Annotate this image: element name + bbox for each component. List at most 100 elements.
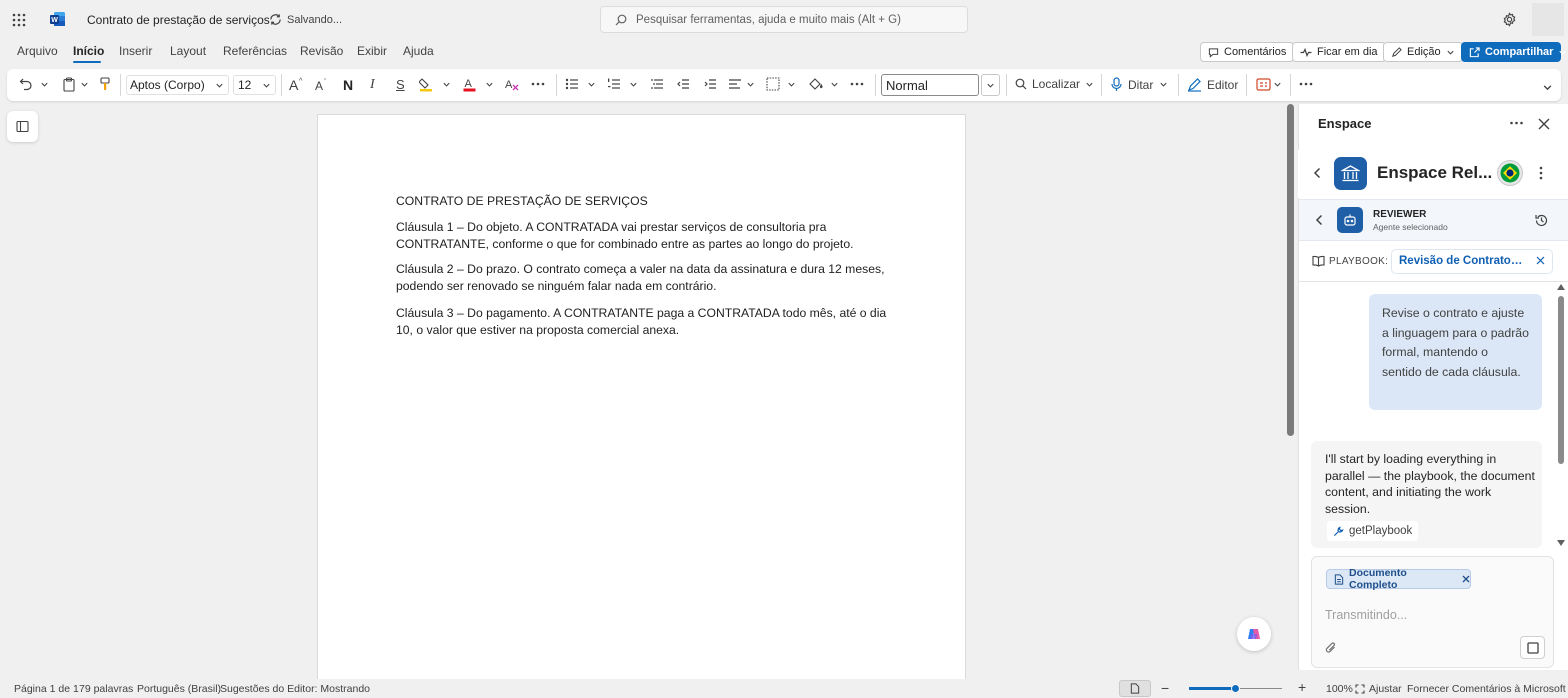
clear-formatting-icon[interactable]: A	[505, 77, 520, 93]
back-icon[interactable]	[1313, 167, 1322, 179]
more-options-icon[interactable]	[1299, 79, 1313, 95]
document-title[interactable]: Contrato de prestação de serviços	[87, 13, 270, 27]
tab-inserir[interactable]: Inserir	[119, 44, 152, 58]
account-avatar[interactable]	[1532, 3, 1564, 36]
close-icon[interactable]	[1462, 575, 1470, 583]
decrease-indent-icon[interactable]	[676, 77, 690, 93]
language-status[interactable]: Português (Brasil)	[137, 683, 221, 695]
bold-button[interactable]: N	[343, 77, 353, 93]
tab-exibir[interactable]: Exibir	[357, 44, 387, 58]
stop-button[interactable]	[1520, 636, 1545, 659]
zoom-in-button[interactable]: +	[1298, 679, 1306, 695]
zoom-level[interactable]: 100%	[1326, 683, 1353, 695]
zoom-slider-thumb[interactable]	[1231, 684, 1240, 693]
font-size-select[interactable]: 12	[233, 75, 276, 95]
remove-playbook-icon[interactable]	[1536, 256, 1545, 265]
more-font-options-icon[interactable]	[531, 79, 545, 95]
word-logo-icon[interactable]: W	[50, 11, 66, 27]
find-button[interactable]: Localizar	[1015, 77, 1094, 91]
language-flag-icon[interactable]	[1497, 160, 1523, 186]
chevron-down-icon[interactable]	[629, 80, 638, 96]
copilot-button[interactable]	[1237, 617, 1271, 651]
word-count[interactable]: 79 palavras	[79, 683, 133, 695]
font-name-select[interactable]: Aptos (Corpo)	[126, 75, 229, 95]
chat-scroll-thumb[interactable]	[1558, 296, 1564, 464]
undo-icon[interactable]	[19, 77, 33, 93]
catch-up-button[interactable]: Ficar em dia	[1292, 42, 1386, 62]
app-menu-icon[interactable]	[1539, 166, 1543, 180]
shrink-font-icon[interactable]: Aˇ	[315, 77, 331, 93]
navigation-pane-toggle[interactable]	[7, 111, 38, 142]
share-button[interactable]: Compartilhar	[1461, 42, 1567, 62]
tab-ajuda[interactable]: Ajuda	[403, 44, 434, 58]
chevron-down-icon[interactable]	[40, 80, 49, 96]
bullets-icon[interactable]	[565, 77, 579, 93]
document-scrollbar[interactable]	[1287, 104, 1294, 436]
fit-button[interactable]: Ajustar	[1355, 683, 1402, 695]
shading-icon[interactable]	[808, 77, 823, 93]
playbook-name[interactable]: Revisão de Contrato d...	[1399, 255, 1525, 267]
add-ins-icon[interactable]	[1256, 77, 1271, 93]
tab-referencias[interactable]: Referências	[223, 44, 287, 58]
clause-paragraph[interactable]: Cláusula 1 – Do objeto. A CONTRATADA vai…	[396, 219, 896, 253]
app-launcher-icon[interactable]	[12, 13, 26, 27]
comments-button[interactable]: Comentários	[1200, 42, 1295, 62]
chevron-down-icon[interactable]	[485, 80, 494, 96]
paste-icon[interactable]	[62, 77, 76, 93]
style-dropdown-button[interactable]	[981, 74, 1000, 96]
clause-paragraph[interactable]: Cláusula 2 – Do prazo. O contrato começa…	[396, 261, 896, 295]
underline-button[interactable]: S	[396, 77, 405, 93]
robot-icon	[1337, 207, 1363, 233]
highlight-icon[interactable]	[419, 77, 434, 93]
increase-indent-icon[interactable]	[703, 77, 717, 93]
chevron-down-icon[interactable]	[80, 80, 89, 96]
attach-icon[interactable]	[1325, 641, 1337, 655]
feedback-link[interactable]: Fornecer Comentários à Microsoft	[1407, 683, 1566, 695]
back-icon[interactable]	[1315, 214, 1324, 226]
tab-revisao[interactable]: Revisão	[300, 44, 343, 58]
tool-call-chip[interactable]: getPlaybook	[1327, 521, 1419, 541]
zoom-out-button[interactable]: −	[1161, 680, 1169, 696]
page-count[interactable]: Página 1 de 1	[14, 683, 79, 695]
editing-mode-button[interactable]: Edição	[1383, 42, 1463, 62]
style-gallery[interactable]: Normal	[881, 74, 979, 96]
close-panel-icon[interactable]	[1538, 118, 1550, 130]
chevron-down-icon[interactable]	[830, 80, 839, 96]
align-left-icon[interactable]	[728, 77, 742, 93]
font-color-icon[interactable]: A	[463, 77, 477, 93]
clause-paragraph[interactable]: Cláusula 3 – Do pagamento. A CONTRATANTE…	[396, 305, 896, 339]
sync-icon	[269, 13, 282, 26]
borders-icon[interactable]	[766, 77, 780, 93]
zoom-slider-fill	[1189, 687, 1236, 690]
chevron-down-icon[interactable]	[442, 80, 451, 96]
print-layout-button[interactable]	[1119, 680, 1151, 697]
dictate-button[interactable]: Ditar	[1111, 77, 1168, 92]
document-heading[interactable]: CONTRATO DE PRESTAÇÃO DE SERVIÇOS	[396, 193, 896, 210]
more-paragraph-options-icon[interactable]	[850, 79, 864, 95]
chevron-down-icon[interactable]	[587, 80, 596, 96]
tab-layout[interactable]: Layout	[170, 44, 206, 58]
settings-icon[interactable]	[1502, 12, 1517, 27]
history-icon[interactable]	[1534, 213, 1549, 228]
chevron-down-icon[interactable]	[746, 80, 755, 96]
grow-font-icon[interactable]: A ^	[289, 77, 305, 93]
panel-more-icon[interactable]	[1509, 118, 1524, 128]
context-chip[interactable]: Documento Completo	[1326, 567, 1471, 591]
chevron-down-icon[interactable]	[787, 80, 796, 96]
tab-inicio[interactable]: Início	[73, 44, 104, 58]
scroll-down-icon[interactable]	[1557, 540, 1565, 546]
editor-suggestions-status[interactable]: Sugestões do Editor: Mostrando	[220, 683, 370, 695]
format-painter-icon[interactable]	[99, 77, 112, 93]
multilevel-list-icon[interactable]	[650, 77, 664, 93]
scroll-up-icon[interactable]	[1557, 284, 1565, 290]
wrench-icon	[1333, 525, 1344, 537]
editor-button[interactable]: Editor	[1187, 77, 1238, 92]
ribbon-expand-chevron-icon[interactable]	[1542, 82, 1553, 98]
search-box[interactable]: Pesquisar ferramentas, ajuda e muito mai…	[600, 6, 968, 33]
ribbon-divider	[120, 74, 121, 96]
numbering-icon[interactable]	[607, 77, 621, 93]
chevron-down-icon[interactable]	[1273, 80, 1282, 96]
tab-arquivo[interactable]: Arquivo	[17, 44, 58, 58]
italic-button[interactable]: I	[370, 77, 375, 93]
chat-input[interactable]: Transmitindo...	[1325, 608, 1407, 622]
